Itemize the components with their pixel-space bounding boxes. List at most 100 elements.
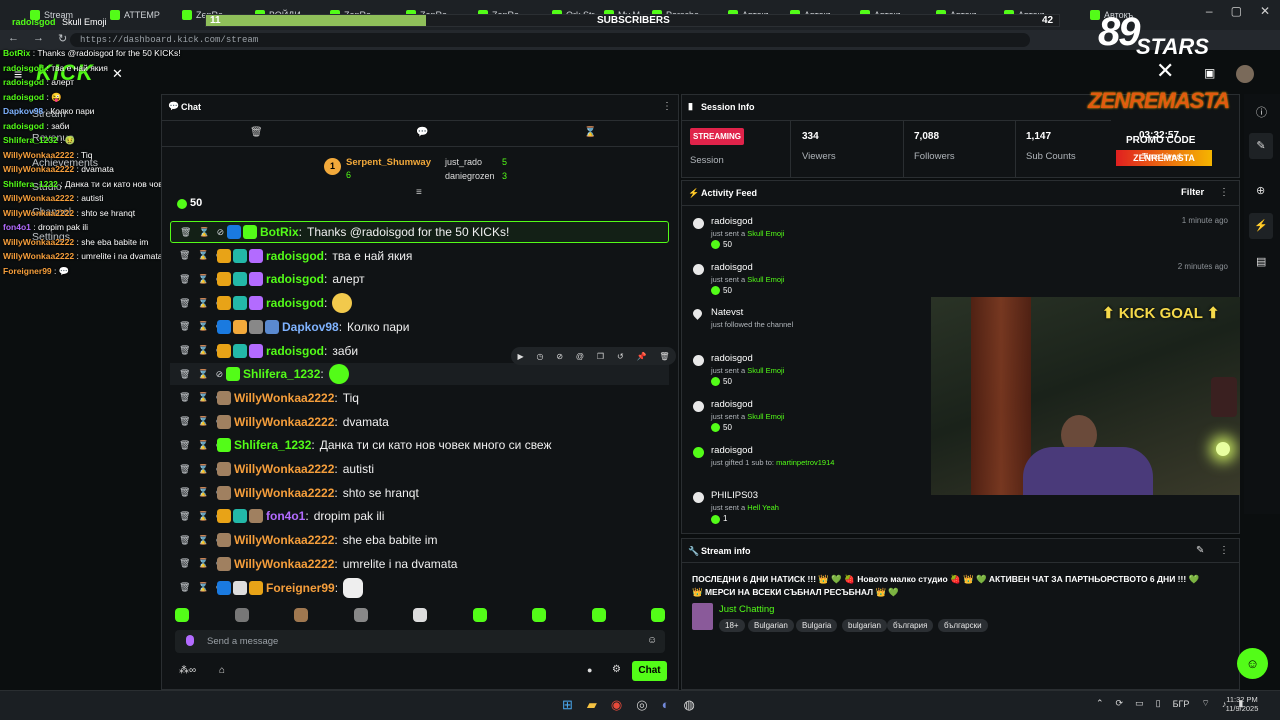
timeout-icon[interactable]: ⌛ [197, 345, 208, 356]
timeout-icon[interactable]: ⌛ [197, 440, 208, 451]
chat-username[interactable]: WillyWonkaa2222 [234, 486, 334, 500]
emote-picker-icon[interactable] [353, 608, 368, 622]
delete-icon[interactable]: 🗑 [659, 352, 669, 361]
chat-username[interactable]: Shlifera_1232 [243, 367, 320, 381]
delete-message-icon[interactable]: 🗑 [179, 345, 190, 356]
chat-bubble-icon[interactable]: ● [587, 665, 592, 675]
chat-message[interactable]: 🗑⌛⊘fon4o1:dropim pak ili [161, 505, 679, 527]
delete-message-icon[interactable]: 🗑 [179, 582, 190, 593]
delete-message-icon[interactable]: 🗑 [179, 464, 190, 475]
activity-item[interactable]: radoisgod just sent a Skull Emoji 50 1 minu… [681, 216, 1240, 262]
folder-icon[interactable]: ▰ [587, 697, 597, 713]
support-chat-button[interactable]: ☺ [1237, 648, 1268, 679]
ban-icon[interactable]: ⊘ [217, 227, 225, 238]
emoji-icon[interactable]: ☺ [647, 635, 657, 646]
chat-username[interactable]: BotRix [260, 225, 299, 239]
chat-username[interactable]: radoisgod [266, 249, 324, 263]
steam-icon[interactable]: ◍ [683, 697, 694, 713]
delete-message-icon[interactable]: 🗑 [179, 274, 190, 285]
chat-username[interactable]: Shlifera_1232 [234, 438, 311, 452]
timeout-icon[interactable]: ⌛ [197, 535, 208, 546]
emote-picker-icon[interactable] [234, 608, 249, 622]
reload-icon[interactable]: ↻ [58, 32, 67, 45]
lightning-icon[interactable]: ⚡ [1249, 213, 1273, 239]
mute-icon[interactable]: ⊘ [556, 352, 563, 361]
delete-message-icon[interactable]: 🗑 [179, 440, 190, 451]
leader-user[interactable]: daniegrozen [445, 171, 495, 181]
chat-input-placeholder[interactable]: Send a message [207, 636, 278, 647]
wifi-icon[interactable]: ⌔ [1201, 698, 1209, 709]
send-chat-button[interactable]: Chat [632, 661, 667, 681]
chat-message[interactable]: 🗑⌛⊘WillyWonkaa2222:shto se hranqt [161, 482, 679, 504]
stream-tag[interactable]: Bulgaria [796, 619, 838, 632]
browser-tab[interactable]: ATTEMP [110, 6, 174, 24]
pin-icon[interactable]: 📌 [637, 352, 647, 361]
chat-message[interactable]: 🗑⌛⊘Dapkov98:Колко пари [161, 316, 679, 338]
timeout-icon[interactable]: ⌛ [197, 369, 208, 380]
undo-icon[interactable]: ↺ [617, 352, 624, 361]
message-icon[interactable]: 💬 [416, 127, 428, 138]
info-icon[interactable]: ⓘ [1256, 104, 1267, 120]
chat-message[interactable]: 🗑⌛⊘WillyWonkaa2222:autisti [161, 458, 679, 480]
emote-picker-icon[interactable] [532, 608, 546, 622]
activity-user[interactable]: Natevst [711, 307, 743, 318]
crosshair-icon[interactable]: ⊕ [1256, 184, 1265, 197]
start-icon[interactable]: ⊞ [562, 697, 573, 713]
delete-message-icon[interactable]: 🗑 [180, 227, 191, 238]
mic-icon[interactable] [186, 635, 194, 646]
chat-username[interactable]: Foreigner99 [266, 581, 335, 595]
chat-message[interactable]: 🗑⌛⊘Foreigner99: [161, 577, 679, 599]
timeout-icon[interactable]: ⌛ [197, 582, 208, 593]
filter-button[interactable]: Filter [1181, 187, 1204, 198]
stream-tag[interactable]: 18+ [719, 619, 745, 632]
timeout-icon[interactable]: ⌛ [197, 321, 208, 332]
chat-message[interactable]: 🗑 ⌛ ⊘ Shlifera_1232: [170, 363, 669, 386]
discord-icon[interactable]: ◐ [662, 697, 670, 713]
close-icon[interactable]: ✕ [1260, 4, 1270, 24]
trash-icon[interactable]: 🗑 [250, 127, 263, 138]
edit-icon[interactable]: ✎ [1196, 545, 1204, 556]
play-icon[interactable]: ▶ [517, 352, 523, 361]
store-icon[interactable]: ⌂ [219, 665, 225, 676]
delete-message-icon[interactable]: 🗑 [179, 535, 190, 546]
document-icon[interactable]: ▤ [1256, 255, 1266, 268]
delete-message-icon[interactable]: 🗑 [179, 558, 190, 569]
network-icon[interactable]: ▭ [1135, 698, 1144, 709]
chat-message[interactable]: 🗑 ⌛ ⊘ BotRix: Thanks @radoisgod for the 50 K… [170, 221, 669, 243]
chat-username[interactable]: Dapkov98 [282, 320, 339, 334]
mic-tray-icon[interactable]: ▯ [1156, 698, 1161, 709]
category-name[interactable]: Just Chatting [719, 604, 774, 615]
emote-picker-icon[interactable] [294, 608, 308, 622]
forward-icon[interactable]: → [33, 32, 44, 45]
chat-message[interactable]: 🗑⌛⊘WillyWonkaa2222:umrelite i na dvamata [161, 553, 679, 575]
stream-tag[interactable]: български [938, 619, 988, 632]
mention-icon[interactable]: @ [576, 352, 584, 361]
timeout-icon[interactable]: ⌛ [197, 464, 208, 475]
chat-username[interactable]: fon4o1 [266, 509, 305, 523]
timeout-icon[interactable]: ⌛ [197, 558, 208, 569]
chat-message[interactable]: 🗑⌛⊘WillyWonkaa2222:dvamata [161, 411, 679, 433]
stream-tag[interactable]: Bulgarian [748, 619, 794, 632]
timeout-icon[interactable]: ⌛ [197, 487, 208, 498]
chat-message[interactable]: 🗑⌛⊘WillyWonkaa2222:Tiq [161, 387, 679, 409]
delete-message-icon[interactable]: 🗑 [179, 369, 190, 380]
stream-info-menu-icon[interactable]: ⋮ [1219, 545, 1229, 556]
timeout-icon[interactable]: ⌛ [198, 227, 209, 238]
ban-icon[interactable]: ⊘ [216, 369, 224, 380]
sync-icon[interactable]: ⟳ [1116, 698, 1124, 709]
emote-picker-icon[interactable] [175, 608, 189, 622]
stream-tag[interactable]: bulgarian [842, 619, 887, 632]
activity-user[interactable]: radoisgod [711, 216, 753, 227]
chevron-up-icon[interactable]: ⌃ [1096, 698, 1104, 709]
chat-message[interactable]: 🗑⌛⊘radoisgod:тва е най якия [161, 245, 679, 267]
delete-message-icon[interactable]: 🗑 [179, 487, 190, 498]
settings-icon[interactable]: ⚙ [612, 664, 621, 675]
activity-user[interactable]: PHILIPS03 [711, 490, 758, 501]
activity-item[interactable]: PHILIPS03 just sent a Hell Yeah 1 [681, 490, 1240, 532]
delete-message-icon[interactable]: 🗑 [179, 250, 190, 261]
timeout-icon[interactable]: ⌛ [197, 298, 208, 309]
timeout-icon[interactable]: ⌛ [197, 250, 208, 261]
stream-tag[interactable]: българия [887, 619, 934, 632]
chat-username[interactable]: radoisgod [266, 344, 324, 358]
delete-message-icon[interactable]: 🗑 [179, 321, 190, 332]
